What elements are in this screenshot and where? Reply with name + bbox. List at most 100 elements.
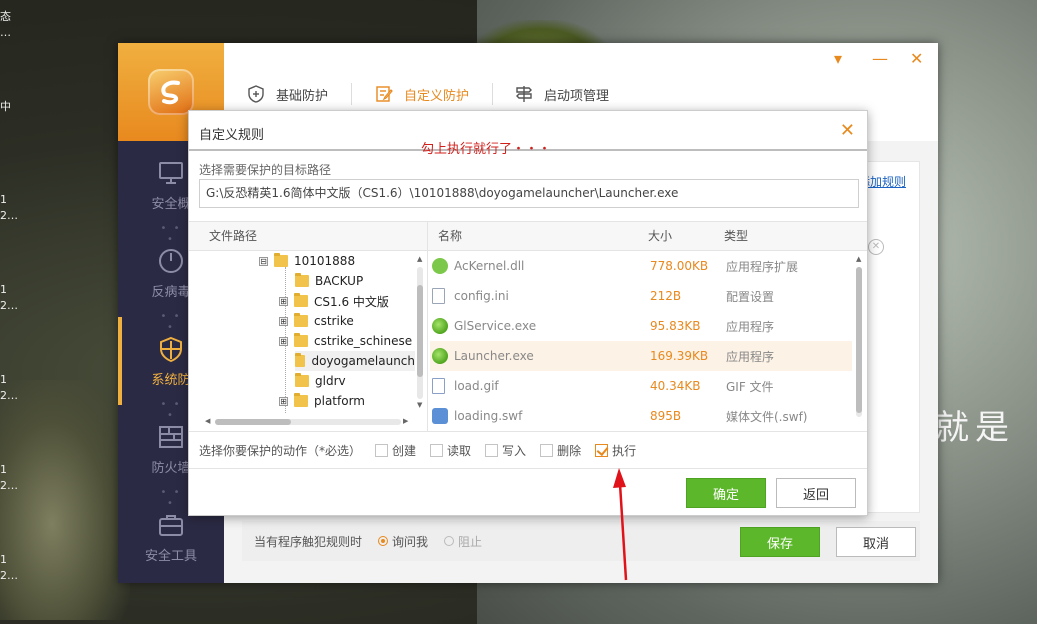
desktop-icon-label[interactable]: 1	[0, 553, 7, 566]
tree-item-label: cstrike	[314, 314, 354, 328]
collapse-icon[interactable]: ⊟	[259, 256, 268, 266]
file-row[interactable]: load.gif 40.34KB GIF 文件	[430, 371, 852, 401]
tree-item[interactable]: ⊞ cstrike	[279, 311, 354, 331]
cancel-button[interactable]: 取消	[836, 527, 916, 557]
file-type: 应用程序	[726, 319, 775, 334]
minimize-button[interactable]: —	[872, 49, 888, 68]
checkbox-label: 删除	[557, 443, 582, 458]
file-list-header: 名称 大小 类型	[427, 221, 867, 251]
checkbox-box[interactable]	[430, 443, 444, 457]
file-row[interactable]: GlService.exe 95.83KB 应用程序	[430, 311, 852, 341]
save-button[interactable]: 保存	[740, 527, 820, 557]
tab-label: 启动项管理	[544, 88, 610, 104]
tree-item[interactable]: ⊞ CS1.6 中文版	[279, 291, 389, 311]
image-file-icon	[432, 378, 445, 394]
expand-icon[interactable]: ⊞	[279, 296, 288, 306]
file-list-scrollbar[interactable]	[856, 267, 862, 417]
desktop-icon-label[interactable]: 2…	[0, 299, 18, 312]
file-row[interactable]: config.ini 212B 配置设置	[430, 281, 852, 311]
folder-icon	[295, 373, 309, 387]
back-button[interactable]: 返回	[776, 478, 856, 508]
checkbox-box[interactable]	[375, 443, 389, 457]
expand-icon[interactable]: ⊞	[279, 396, 288, 406]
radio-ask[interactable]	[378, 536, 389, 546]
desktop-icon-label[interactable]: 2…	[0, 209, 18, 222]
tree-item[interactable]: ⊟ 10101888	[259, 251, 355, 271]
custom-rule-dialog: 自定义规则 ✕ 勾上执行就行了・・・ 选择需要保护的目标路径 G:\反恐精英1.…	[188, 110, 868, 516]
sidebar-item-label: 反病毒	[151, 284, 191, 300]
desktop-icon-label[interactable]: 1	[0, 373, 7, 386]
desktop-icon-label[interactable]: 中	[0, 100, 11, 113]
green-app-icon	[432, 348, 448, 364]
firewall-icon	[159, 425, 183, 448]
startup-sign-icon	[516, 86, 532, 102]
annotation-text: 勾上执行就行了・・・	[421, 142, 552, 157]
menu-dropdown-icon[interactable]: ▾	[834, 49, 842, 68]
action-write-checkbox[interactable]: 写入	[485, 442, 526, 459]
radio-ask-label[interactable]: 询问我	[392, 533, 428, 550]
close-button[interactable]: ✕	[910, 49, 923, 68]
radio-block[interactable]	[444, 536, 455, 546]
scroll-up-icon[interactable]: ▲	[417, 255, 422, 263]
tab-custom-protection[interactable]: 自定义防护	[374, 81, 469, 107]
desktop-icon-label[interactable]: 1	[0, 193, 7, 206]
folder-icon	[295, 353, 306, 367]
dialog-title: 自定义规则	[199, 128, 265, 143]
file-type: 应用程序	[726, 349, 775, 364]
scroll-left-icon[interactable]: ◀	[205, 417, 210, 425]
file-size: 40.34KB	[650, 379, 701, 393]
file-row-selected[interactable]: Launcher.exe 169.39KB 应用程序	[430, 341, 852, 371]
tree-vertical-scrollbar[interactable]	[417, 267, 423, 399]
ok-button[interactable]: 确定	[686, 478, 766, 508]
expand-icon[interactable]: ⊞	[279, 336, 288, 346]
scroll-thumb[interactable]	[215, 419, 291, 425]
file-row[interactable]: loading.swf 895B 媒体文件(.swf)	[430, 401, 852, 431]
tree-item[interactable]: gldrv	[295, 371, 346, 391]
folder-icon	[294, 313, 308, 327]
action-execute-checkbox[interactable]: 执行	[595, 442, 636, 459]
tree-item-label: doyogamelaunch	[311, 354, 415, 368]
checkbox-box[interactable]	[485, 443, 499, 457]
shield-grid-icon	[160, 336, 182, 362]
desktop-icon-label[interactable]: 2…	[0, 479, 18, 492]
remove-rule-icon[interactable]: ✕	[868, 239, 884, 255]
checkbox-box-checked[interactable]	[595, 443, 609, 457]
desktop-icon-label[interactable]: 2…	[0, 389, 18, 402]
desktop-icon-label[interactable]: 2…	[0, 569, 18, 582]
desktop-icon-label[interactable]: 1	[0, 283, 7, 296]
tree-horizontal-scrollbar[interactable]	[215, 419, 401, 425]
dialog-close-icon[interactable]: ✕	[840, 120, 855, 141]
tab-divider	[492, 83, 493, 105]
scroll-down-icon[interactable]: ▼	[417, 401, 422, 409]
expand-icon[interactable]: ⊞	[279, 316, 288, 326]
scroll-thumb[interactable]	[417, 285, 423, 377]
checkbox-box[interactable]	[540, 443, 554, 457]
tree-item-selected[interactable]: doyogamelaunch	[295, 351, 415, 371]
tree-item[interactable]: ⊞ platform	[279, 391, 365, 411]
sidebar-item-label: 防火墙	[151, 460, 191, 476]
edit-note-icon	[376, 86, 393, 102]
tree-item[interactable]: ⊞ cstrike_schinese	[279, 331, 412, 351]
action-create-checkbox[interactable]: 创建	[375, 442, 416, 459]
scroll-up-icon[interactable]: ▲	[856, 255, 861, 263]
desktop-icon-label[interactable]: …	[0, 26, 11, 39]
tree-item[interactable]: BACKUP	[295, 271, 363, 291]
scroll-right-icon[interactable]: ▶	[403, 417, 408, 425]
column-name[interactable]: 名称	[438, 222, 462, 250]
file-type: 配置设置	[726, 289, 775, 304]
desktop-icon-label[interactable]: 1	[0, 463, 7, 476]
action-delete-checkbox[interactable]: 删除	[540, 442, 581, 459]
tab-basic-protection[interactable]: 基础防护	[246, 81, 328, 107]
action-read-checkbox[interactable]: 读取	[430, 442, 471, 459]
file-row[interactable]: AcKernel.dll 778.00KB 应用程序扩展	[430, 251, 852, 281]
tab-startup-management[interactable]: 启动项管理	[514, 81, 609, 107]
radio-block-label[interactable]: 阻止	[458, 533, 482, 550]
desktop-icon-label[interactable]: 态	[0, 10, 11, 23]
wallpaper-text: 就是	[935, 408, 1015, 448]
tree-item-label: cstrike_schinese	[314, 334, 413, 348]
actions-label: 选择你要保护的动作（*必选）	[199, 443, 362, 458]
target-path-field[interactable]: G:\反恐精英1.6简体中文版（CS1.6）\10101888\doyogame…	[199, 179, 859, 208]
column-size[interactable]: 大小	[648, 222, 672, 250]
scroll-thumb[interactable]	[856, 267, 862, 413]
column-type[interactable]: 类型	[724, 222, 748, 250]
